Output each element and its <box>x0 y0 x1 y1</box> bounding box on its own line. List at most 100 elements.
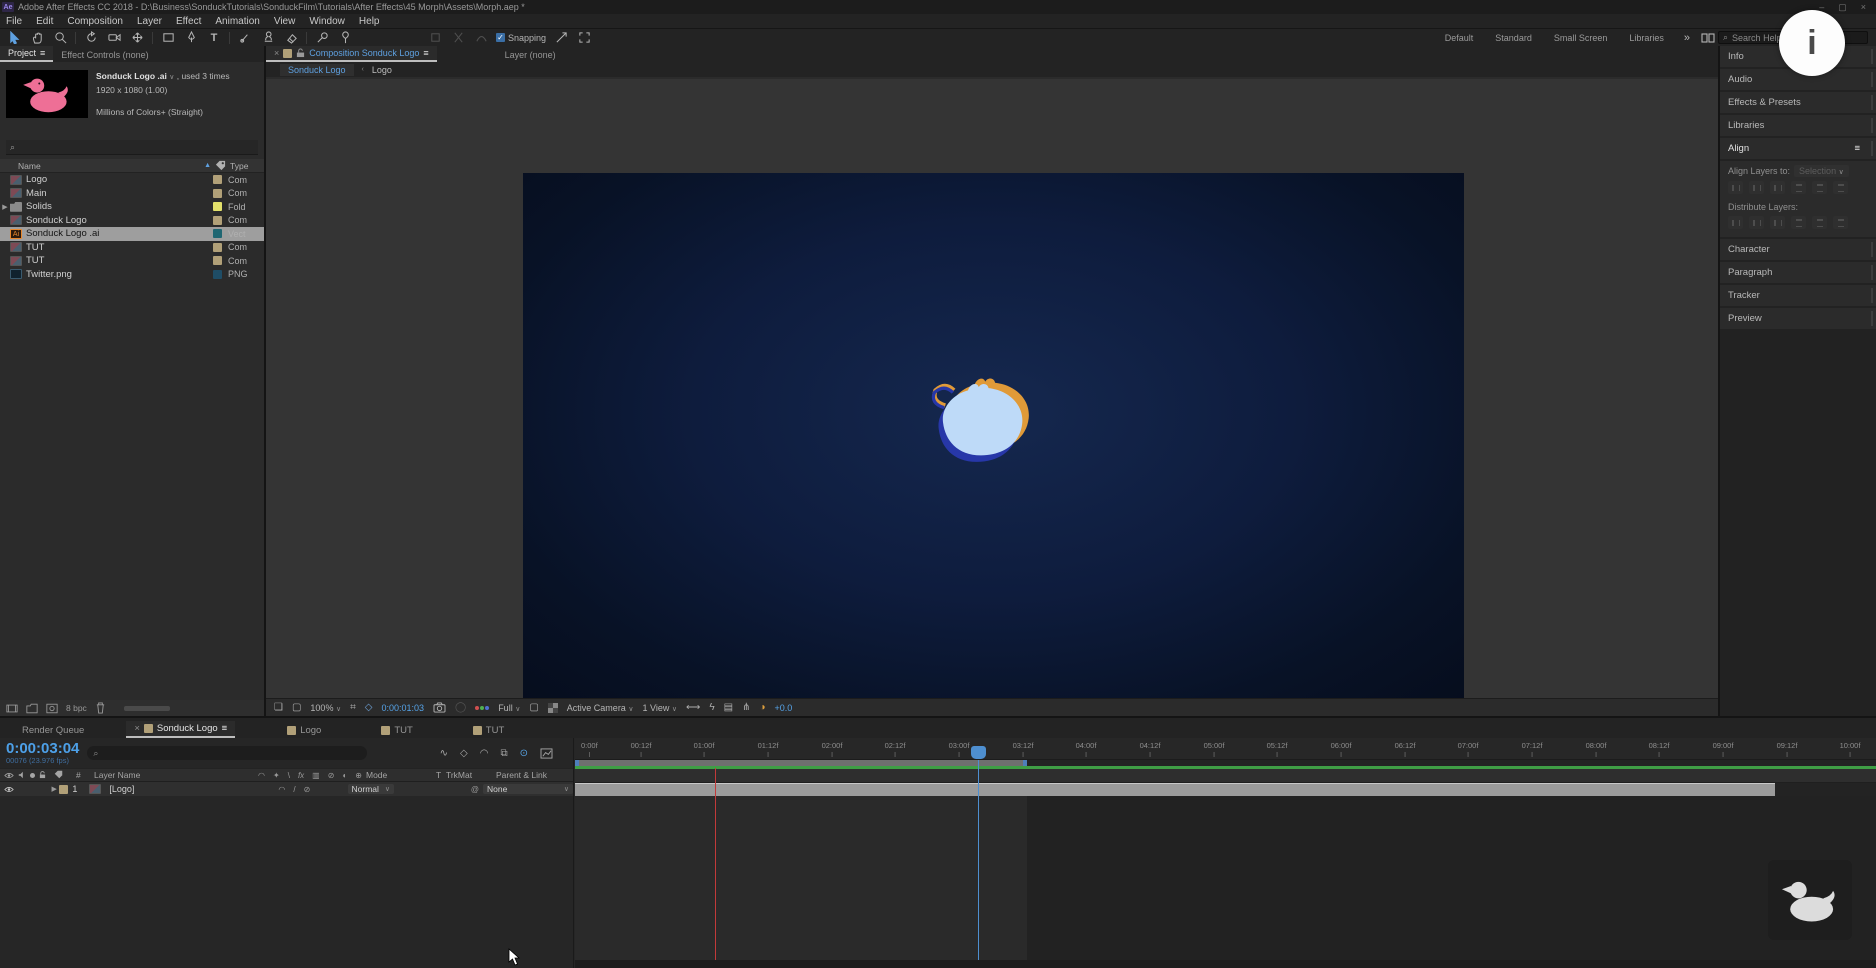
bit-depth-button[interactable]: 8 bpc <box>66 703 87 713</box>
fx-icon[interactable]: fx <box>298 771 304 780</box>
project-list-header[interactable]: Name ▲ Type <box>0 159 264 173</box>
playhead-grabber[interactable] <box>971 746 986 759</box>
project-row-solids[interactable]: ▶SolidsFold <box>0 200 264 214</box>
hide-shy-layers-icon[interactable]: ◠ <box>480 748 489 759</box>
timeline-search-input[interactable]: ⌕ <box>87 746 367 760</box>
panel-menu-icon[interactable]: ≡ <box>222 723 228 734</box>
pen-tool[interactable] <box>183 31 199 45</box>
layer-name[interactable]: [Logo] <box>109 784 134 794</box>
playhead-line[interactable] <box>978 760 979 960</box>
tab-layer[interactable]: Layer (none) <box>497 48 564 62</box>
frame-blend-icon[interactable]: ▥ <box>312 771 320 780</box>
distribute-left-button[interactable] <box>1791 216 1806 229</box>
project-row-tut-1[interactable]: TUTCom <box>0 241 264 255</box>
align-bottom-button[interactable] <box>1833 181 1848 194</box>
layer-expander-icon[interactable]: ▶ <box>51 785 56 793</box>
audio-column-icon[interactable] <box>18 771 26 779</box>
label-swatch[interactable] <box>213 270 222 279</box>
show-snapshot-icon[interactable]: ◯ <box>455 702 466 713</box>
primary-viewer-icon[interactable]: ▢ <box>292 702 301 713</box>
menu-composition[interactable]: Composition <box>67 16 123 27</box>
align-to-dropdown[interactable]: Selection ∨ <box>1794 165 1849 177</box>
panel-libraries[interactable]: Libraries <box>1720 115 1876 136</box>
project-row-main[interactable]: MainCom <box>0 187 264 201</box>
new-folder-icon[interactable] <box>26 703 38 714</box>
exposure-value[interactable]: +0.0 <box>775 703 793 713</box>
label-swatch[interactable] <box>213 189 222 198</box>
workspace-manager-icon[interactable] <box>1700 31 1716 45</box>
panel-menu-icon[interactable]: ≡ <box>40 48 45 58</box>
align-left-button[interactable] <box>1728 181 1743 194</box>
selection-tool[interactable] <box>6 31 22 45</box>
workspace-overflow-button[interactable]: » <box>1676 32 1698 44</box>
current-timecode[interactable]: 0:00:03:04 <box>6 742 79 756</box>
frame-blending-icon[interactable]: ⧉ <box>500 748 507 759</box>
panel-menu-icon[interactable]: ≡ <box>423 48 428 58</box>
roto-brush-tool[interactable] <box>314 31 330 45</box>
panel-effects-presets[interactable]: Effects & Presets <box>1720 92 1876 113</box>
column-layer-name[interactable]: Layer Name <box>94 770 254 780</box>
viewer-tab-sonduck-logo[interactable]: Sonduck Logo <box>280 64 354 76</box>
project-search-input[interactable]: ⌕ <box>6 140 258 155</box>
layer-quality-toggle[interactable]: / <box>293 785 295 794</box>
layer-motion-blur-toggle[interactable]: ⊘ <box>304 785 311 794</box>
layer-duration-bar[interactable] <box>575 783 1775 796</box>
menu-window[interactable]: Window <box>309 16 345 27</box>
column-type[interactable]: Type <box>230 161 264 171</box>
close-button[interactable]: × <box>1861 2 1866 13</box>
column-parent-link[interactable]: Parent & Link <box>496 770 573 780</box>
new-composition-icon[interactable] <box>46 703 58 714</box>
tab-timeline-logo[interactable]: Logo <box>279 723 329 738</box>
label-swatch[interactable] <box>213 243 222 252</box>
pixel-aspect-icon[interactable]: ⟷ <box>686 702 700 713</box>
panel-align-header[interactable]: Align ≡ <box>1720 138 1876 159</box>
menu-animation[interactable]: Animation <box>215 16 259 27</box>
solo-column-icon[interactable] <box>30 773 35 778</box>
composition-viewport[interactable] <box>266 79 1718 698</box>
lock-icon[interactable] <box>296 48 305 58</box>
time-ruler[interactable]: 0:00f 00:12f 01:00f 01:12f 02:00f 02:12f… <box>575 738 1876 760</box>
label-swatch[interactable] <box>213 229 222 238</box>
distribute-h-center-button[interactable] <box>1812 216 1827 229</box>
menu-layer[interactable]: Layer <box>137 16 162 27</box>
eraser-tool[interactable] <box>283 31 299 45</box>
expander-icon[interactable]: ▶ <box>0 203 10 211</box>
label-swatch[interactable] <box>213 216 222 225</box>
3d-layer-icon[interactable]: ⊕ <box>355 771 362 780</box>
collapse-icon[interactable]: ✦ <box>273 771 280 780</box>
distribute-bottom-button[interactable] <box>1770 216 1785 229</box>
composition-mini-flowchart-icon[interactable]: ∿ <box>440 748 448 759</box>
panel-character[interactable]: Character <box>1720 239 1876 260</box>
project-row-twitter-png[interactable]: Twitter.pngPNG <box>0 268 264 282</box>
distribute-top-button[interactable] <box>1728 216 1743 229</box>
panel-menu-icon[interactable]: ≡ <box>1854 143 1860 154</box>
project-row-logo[interactable]: LogoCom <box>0 173 264 187</box>
scale-snap-icon[interactable] <box>553 31 569 45</box>
trash-icon[interactable] <box>95 702 106 714</box>
lock-column-icon[interactable] <box>39 771 46 779</box>
tag-column-icon[interactable] <box>215 160 226 171</box>
column-mode[interactable]: Mode <box>366 770 436 780</box>
magnification-dropdown[interactable]: 100% ∨ <box>310 703 341 713</box>
zoom-tool[interactable] <box>52 31 68 45</box>
resolution-dropdown[interactable]: Full ∨ <box>498 703 520 713</box>
viewer-tab-logo[interactable]: Logo <box>372 65 392 75</box>
column-trkmat[interactable]: TrkMat <box>446 770 472 780</box>
shape-tool[interactable] <box>160 31 176 45</box>
label-swatch[interactable] <box>213 175 222 184</box>
workspace-default[interactable]: Default <box>1435 33 1484 43</box>
panel-tracker[interactable]: Tracker <box>1720 285 1876 306</box>
label-swatch[interactable] <box>213 202 222 211</box>
tab-render-queue[interactable]: Render Queue <box>14 723 92 738</box>
preview-time[interactable]: 0:00:01:03 <box>381 703 424 713</box>
workspace-libraries[interactable]: Libraries <box>1619 33 1674 43</box>
snapshot-icon[interactable] <box>433 702 446 713</box>
draft-3d-icon[interactable]: ◇ <box>460 748 468 759</box>
grid-guides-icon[interactable]: ⌗ <box>350 702 356 713</box>
workspace-standard[interactable]: Standard <box>1485 33 1542 43</box>
exposure-reset-icon[interactable]: ◑ <box>759 702 765 713</box>
tab-timeline-tut-1[interactable]: TUT <box>373 723 420 738</box>
layer-visibility-toggle[interactable] <box>4 786 14 793</box>
horizontal-scrollbar[interactable] <box>124 706 170 711</box>
mask-visibility-icon[interactable]: ◇ <box>365 702 373 713</box>
